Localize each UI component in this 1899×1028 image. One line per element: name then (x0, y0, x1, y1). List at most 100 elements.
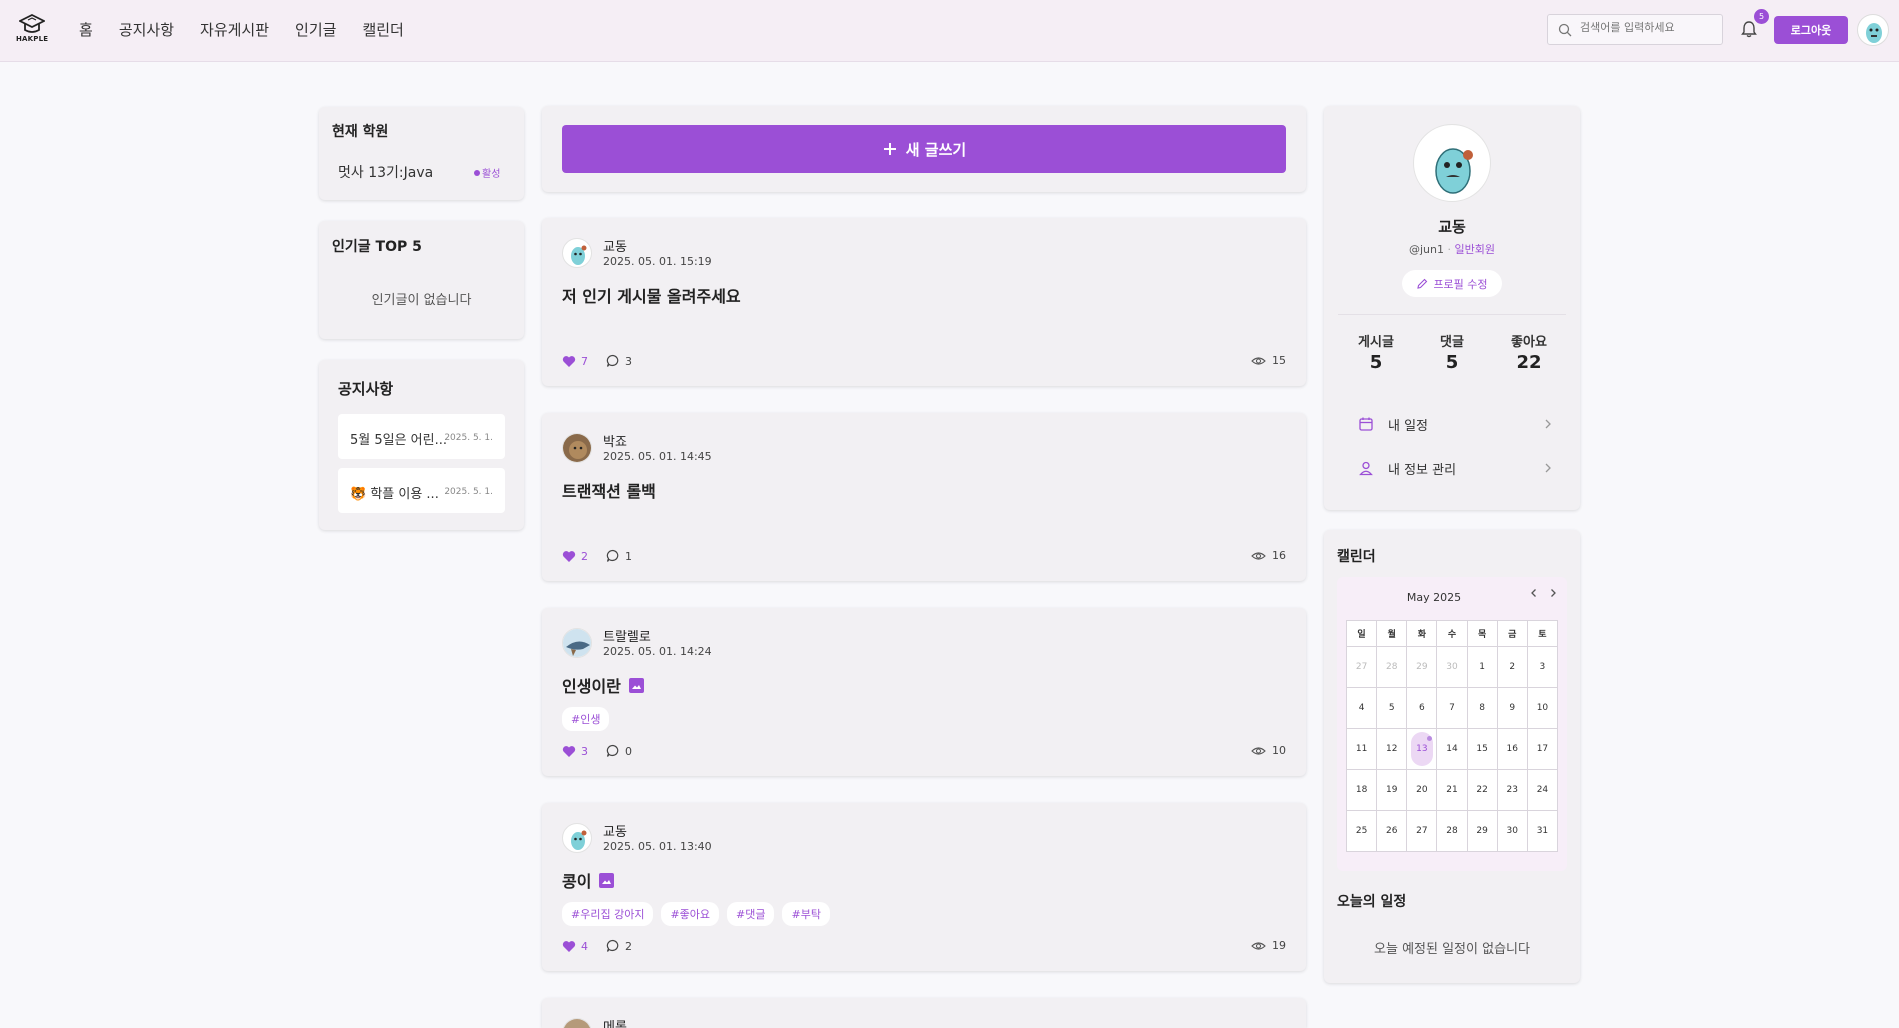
post-card[interactable]: 메롱 (542, 998, 1306, 1028)
nav-calendar[interactable]: 캘린더 (362, 19, 403, 40)
tag-chip[interactable]: #부탁 (782, 902, 830, 926)
calendar-day[interactable]: 15 (1466, 728, 1498, 770)
post-title[interactable]: 저 인기 게시물 올려주세요 (562, 283, 741, 307)
profile-handle: @jun1 (1409, 243, 1444, 256)
notices-card: 공지사항 5월 5일은 어린... 2025. 5. 1. 🐯 학플 이용 ..… (319, 360, 524, 530)
stat-value: 5 (1445, 352, 1459, 373)
like-count: 3 (581, 744, 588, 758)
post-card[interactable]: 교동 2025. 05. 01. 15:19 저 인기 게시물 올려주세요 7 … (542, 218, 1306, 386)
calendar-day[interactable]: 11 (1345, 728, 1378, 770)
stat-value: 5 (1369, 352, 1383, 373)
my-schedule-link[interactable]: 내 일정 (1338, 405, 1566, 443)
post-card[interactable]: 트랄렐로 2025. 05. 01. 14:24 인생이란 #인생 3 0 10 (542, 608, 1306, 776)
post-card[interactable]: 교동 2025. 05. 01. 13:40 콩이 #우리집 강아지 #좋아요 … (542, 803, 1306, 971)
comment-button[interactable]: 2 (606, 939, 632, 953)
calendar-day[interactable]: 28 (1376, 646, 1408, 688)
like-button[interactable]: 4 (562, 940, 588, 953)
eye-icon (1251, 356, 1266, 365)
calendar-day[interactable]: 19 (1376, 769, 1408, 811)
calendar-day[interactable]: 30 (1436, 646, 1468, 688)
notices-title: 공지사항 (338, 380, 394, 398)
weekday-header: 화 (1406, 620, 1438, 647)
post-title[interactable]: 트랜잭션 롤백 (562, 478, 656, 502)
calendar-day[interactable]: 10 (1526, 687, 1559, 729)
calendar-day[interactable]: 22 (1466, 769, 1498, 811)
post-title-text: 인생이란 (562, 677, 621, 696)
calendar-day[interactable]: 29 (1466, 810, 1498, 852)
status-dot-icon (474, 170, 480, 176)
like-button[interactable]: 7 (562, 355, 588, 368)
calendar-day[interactable]: 18 (1345, 769, 1378, 811)
calendar-day[interactable]: 27 (1406, 810, 1438, 852)
calendar-day[interactable]: 9 (1496, 687, 1528, 729)
nav-home[interactable]: 홈 (79, 19, 93, 40)
nav-free-board[interactable]: 자유게시판 (200, 19, 269, 40)
calendar-day[interactable]: 1 (1466, 646, 1498, 688)
chevron-left-icon[interactable] (1528, 587, 1540, 599)
like-button[interactable]: 3 (562, 745, 588, 758)
tag-chip[interactable]: #우리집 강아지 (562, 902, 654, 926)
calendar-widget: May 2025 일 월 화 수 목 금 토 27 28 29 30 1 2 3… (1337, 577, 1567, 871)
calendar-day[interactable]: 23 (1496, 769, 1528, 811)
calendar-day[interactable]: 25 (1345, 810, 1378, 852)
calendar-day[interactable]: 2 (1496, 646, 1528, 688)
calendar-day[interactable]: 26 (1376, 810, 1408, 852)
today-marker: 13 (1410, 732, 1433, 766)
post-author: 교동 (603, 825, 627, 840)
calendar-day[interactable]: 28 (1436, 810, 1468, 852)
post-title[interactable]: 콩이 (562, 868, 615, 892)
tag-chip[interactable]: #인생 (562, 707, 610, 731)
comment-icon (606, 549, 619, 562)
calendar-day[interactable]: 20 (1406, 769, 1438, 811)
write-card: 새 글쓰기 (542, 106, 1306, 192)
nav-popular[interactable]: 인기글 (295, 19, 336, 40)
post-card[interactable]: 박죠 2025. 05. 01. 14:45 트랜잭션 롤백 2 1 16 (542, 413, 1306, 581)
like-button[interactable]: 2 (562, 550, 588, 563)
heart-icon (562, 940, 576, 952)
comment-button[interactable]: 3 (606, 354, 632, 368)
profile-avatar (1413, 124, 1491, 202)
calendar-day[interactable]: 16 (1496, 728, 1528, 770)
calendar-day[interactable]: 7 (1436, 687, 1468, 729)
notice-item[interactable]: 🐯 학플 이용 ... 2025. 5. 1. (338, 468, 505, 513)
search-input[interactable] (1580, 21, 1716, 34)
comment-button[interactable]: 1 (606, 549, 632, 563)
calendar-day[interactable]: 30 (1496, 810, 1528, 852)
calendar-day-today[interactable]: 13 (1406, 728, 1438, 770)
tag-chip[interactable]: #댓글 (727, 902, 775, 926)
profile-name: 교동 (1438, 218, 1466, 236)
notice-title: 5월 5일은 어린... (350, 433, 448, 448)
comment-icon (606, 939, 619, 952)
calendar-day[interactable]: 14 (1436, 728, 1468, 770)
calendar-day[interactable]: 24 (1526, 769, 1559, 811)
my-info-link[interactable]: 내 정보 관리 (1338, 449, 1566, 487)
graduation-cap-icon (19, 13, 45, 33)
calendar-day[interactable]: 17 (1526, 728, 1559, 770)
header-avatar[interactable] (1857, 14, 1889, 46)
post-title[interactable]: 인생이란 (562, 673, 644, 697)
image-attachment-icon (628, 677, 644, 693)
edit-profile-button[interactable]: 프로필 수정 (1402, 270, 1502, 297)
new-post-button[interactable]: 새 글쓰기 (562, 125, 1286, 173)
calendar-day[interactable]: 29 (1406, 646, 1438, 688)
comment-button[interactable]: 0 (606, 744, 632, 758)
notice-title: 🐯 학플 이용 ... (350, 487, 439, 502)
calendar-day[interactable]: 12 (1376, 728, 1408, 770)
calendar-day[interactable]: 4 (1345, 687, 1378, 729)
calendar-day[interactable]: 21 (1436, 769, 1468, 811)
calendar-day[interactable]: 31 (1526, 810, 1559, 852)
calendar-day[interactable]: 3 (1526, 646, 1559, 688)
calendar-day[interactable]: 5 (1376, 687, 1408, 729)
nav-notices[interactable]: 공지사항 (119, 19, 174, 40)
chevron-right-icon[interactable] (1547, 587, 1559, 599)
calendar-day[interactable]: 27 (1345, 646, 1378, 688)
view-count: 19 (1272, 939, 1286, 952)
notice-item[interactable]: 5월 5일은 어린... 2025. 5. 1. (338, 414, 505, 459)
calendar-day[interactable]: 8 (1466, 687, 1498, 729)
calendar-grid: 일 월 화 수 목 금 토 27 28 29 30 1 2 3 4 5 6 7 … (1345, 620, 1559, 852)
dog-photo-avatar (563, 1019, 591, 1028)
logout-button[interactable]: 로그아웃 (1774, 16, 1848, 44)
calendar-day[interactable]: 6 (1406, 687, 1438, 729)
hakple-logo[interactable]: HAKPLE (16, 13, 48, 45)
tag-chip[interactable]: #좋아요 (661, 902, 720, 926)
